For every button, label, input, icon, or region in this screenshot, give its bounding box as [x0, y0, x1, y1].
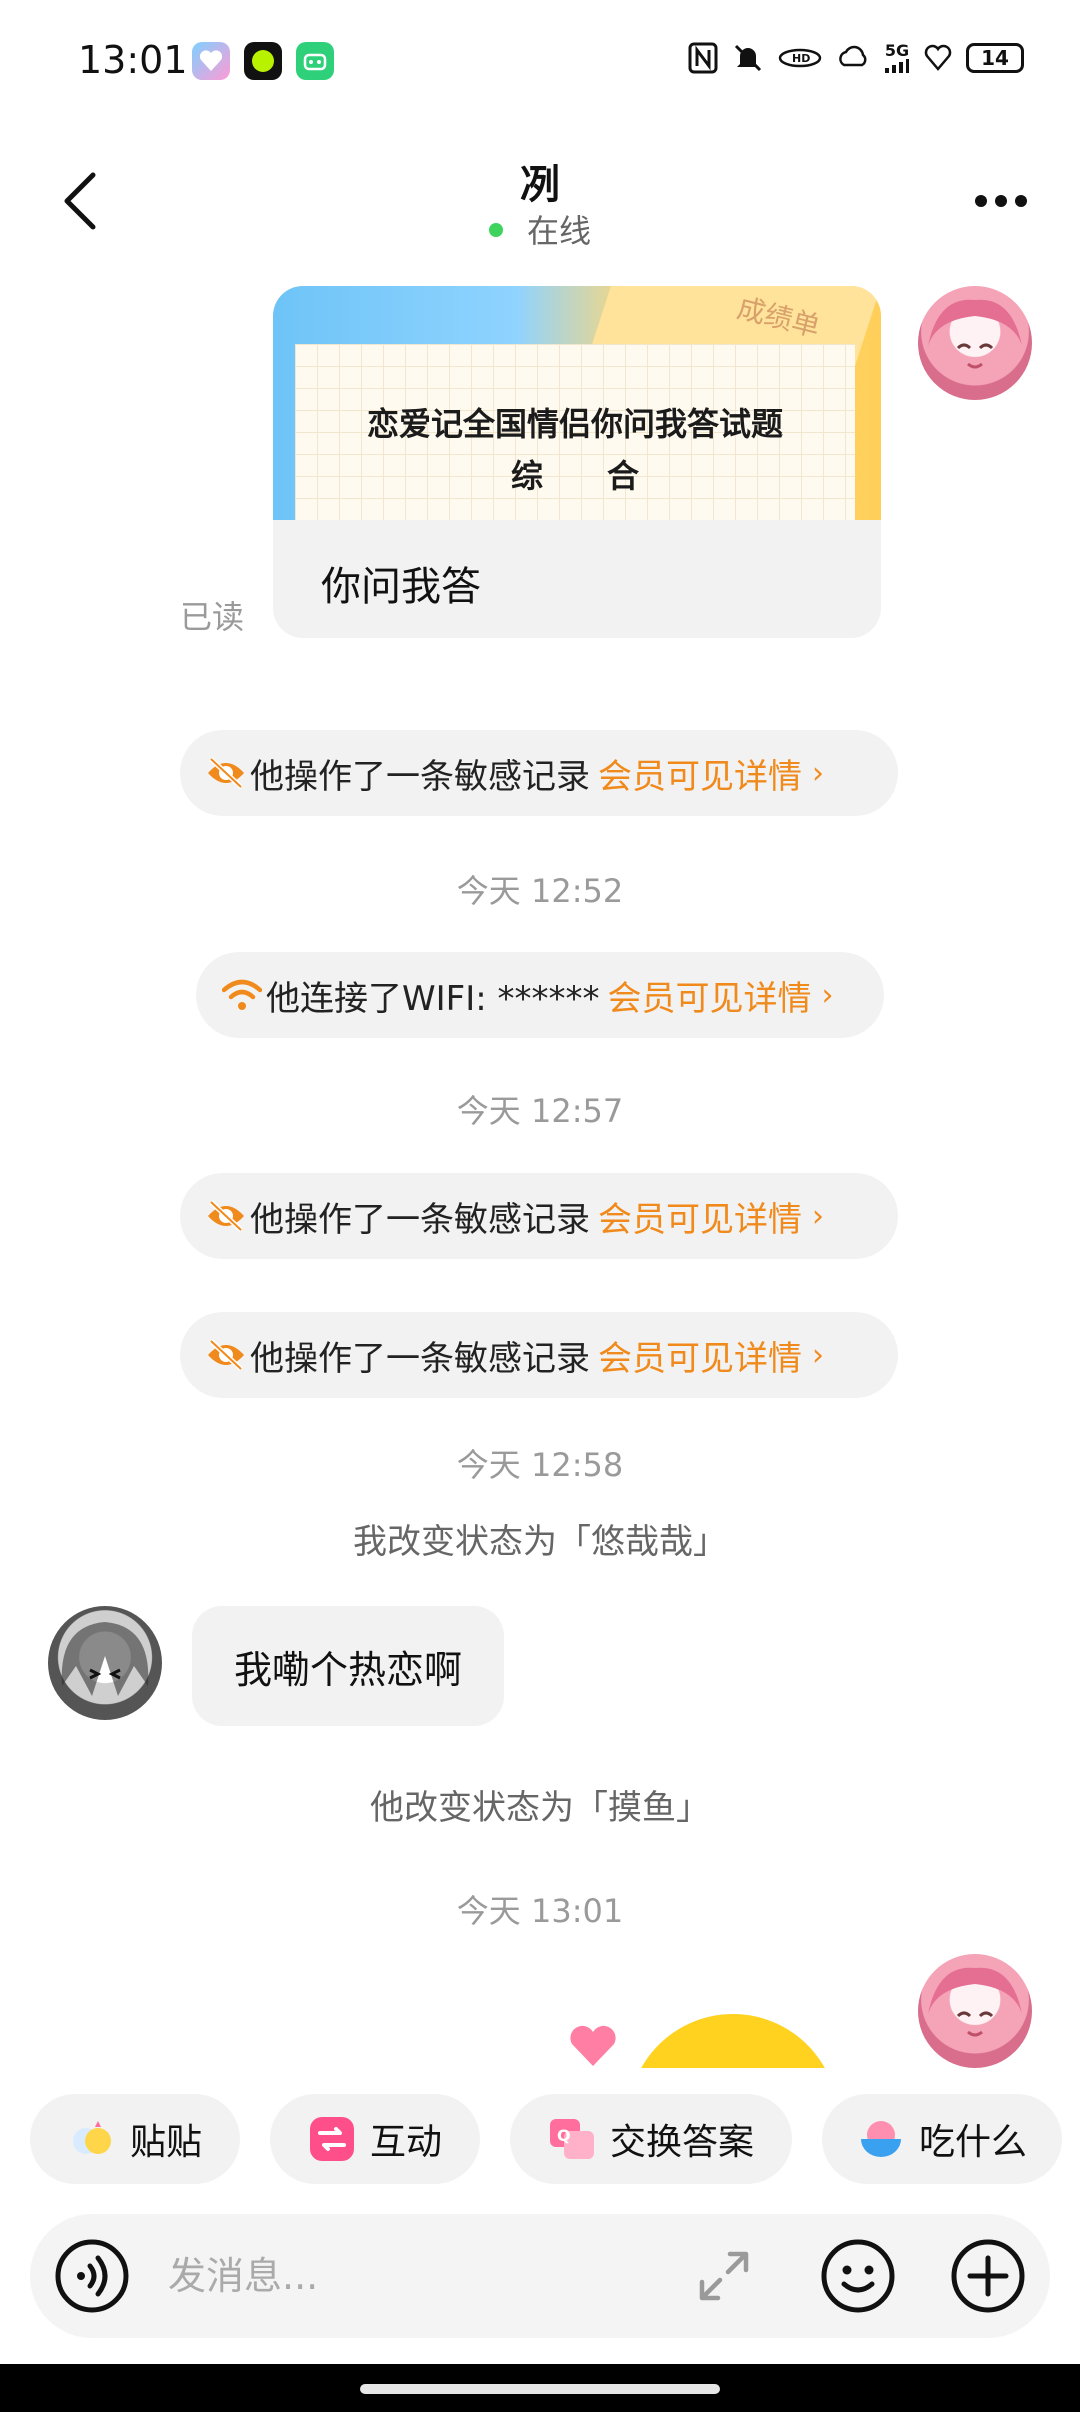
voice-input-button[interactable]: [52, 2236, 132, 2316]
my-avatar[interactable]: [918, 286, 1032, 400]
vip-details-link[interactable]: 会员可见详情: [598, 749, 802, 798]
vip-details-link[interactable]: 会员可见详情: [598, 1331, 802, 1380]
sensitive-record-notice[interactable]: 他操作了一条敏感记录 会员可见详情 ›: [180, 1173, 898, 1259]
wifi-icon: [220, 973, 264, 1017]
heart-outline-icon: [924, 40, 952, 76]
expand-icon: [699, 2251, 749, 2301]
quick-action-label: 贴贴: [129, 2122, 202, 2163]
contact-name: 冽: [520, 162, 560, 208]
partner-message-bubble[interactable]: 我嘞个热恋啊: [192, 1606, 505, 1726]
my-status-change: 我改变状态为「悠哉哉」: [353, 1522, 727, 1562]
notice-text: 他连接了WIFI: ******: [266, 978, 600, 1019]
message-composer: [30, 2214, 1050, 2338]
quick-action-label: 交换答案: [609, 2122, 754, 2163]
sensitive-record-notice[interactable]: 他操作了一条敏感记录 会员可见详情 ›: [180, 1312, 898, 1398]
quiz-card-image: 成绩单 恋爱记全国情侣你问我答试题 综 合: [273, 286, 881, 520]
plus-circle-icon: [951, 2239, 1025, 2313]
presence-label: 在线: [526, 212, 591, 250]
more-actions-button[interactable]: [948, 2236, 1028, 2316]
battery-indicator: 14: [966, 43, 1024, 73]
hidden-eye-icon: [204, 1194, 248, 1238]
quick-action-interact[interactable]: 互动: [270, 2094, 480, 2184]
quick-action-what-to-eat[interactable]: 吃什么: [822, 2094, 1062, 2184]
robot-app-icon: [296, 42, 334, 80]
more-dot-icon: [995, 195, 1007, 207]
my-avatar[interactable]: [918, 1954, 1032, 2068]
sensitive-record-notice[interactable]: 他操作了一条敏感记录 会员可见详情 ›: [180, 730, 898, 816]
partner-avatar[interactable]: [48, 1606, 162, 1720]
hd-icon: HD: [778, 40, 822, 76]
more-dot-icon: [975, 195, 987, 207]
notice-text: 他操作了一条敏感记录: [250, 756, 590, 797]
hidden-eye-icon: [204, 751, 248, 795]
more-dot-icon: [1015, 195, 1027, 207]
quiz-title-line2: 综 合: [510, 457, 639, 495]
lime-dot-app-icon: [244, 42, 282, 80]
emoji-button[interactable]: [818, 2236, 898, 2316]
presence-status: 在线: [0, 206, 1080, 252]
chevron-right-icon: ›: [812, 1337, 824, 1373]
quiz-title-line1: 恋爱记全国情侣你问我答试题: [366, 405, 783, 443]
chevron-right-icon: ›: [812, 1198, 824, 1234]
weather-icon: [836, 40, 870, 76]
online-dot-icon: [488, 223, 503, 237]
notice-text: 他操作了一条敏感记录: [250, 1199, 590, 1240]
read-receipt: 已读: [180, 598, 245, 636]
vip-details-link[interactable]: 会员可见详情: [608, 971, 812, 1020]
quiz-card-title: 恋爱记全国情侣你问我答试题 综 合: [295, 398, 855, 502]
timestamp: 今天 12:58: [456, 1446, 624, 1484]
wifi-connection-notice[interactable]: 他连接了WIFI: ****** 会员可见详情 ›: [196, 952, 884, 1038]
expand-input-button[interactable]: [694, 2246, 754, 2306]
signal-icon: 5G: [884, 40, 910, 76]
status-system-icons: HD 5G 14: [688, 40, 1024, 76]
timestamp: 今天 13:01: [456, 1892, 624, 1930]
heart-app-icon: [192, 42, 230, 80]
status-app-icons: [192, 42, 334, 80]
notice-text: 他操作了一条敏感记录: [250, 1338, 590, 1379]
quiz-card-message[interactable]: 成绩单 恋爱记全国情侣你问我答试题 综 合 你问我答: [273, 286, 881, 638]
svg-text:HD: HD: [792, 52, 810, 65]
chat-header: 冽 在线: [0, 140, 1080, 260]
status-time: 13:01: [78, 38, 188, 82]
vip-details-link[interactable]: 会员可见详情: [598, 1192, 802, 1241]
heart-sticker-icon: [570, 2025, 616, 2066]
home-indicator[interactable]: [360, 2384, 720, 2394]
timestamp: 今天 12:52: [456, 872, 624, 910]
svg-text:Q: Q: [557, 2126, 571, 2145]
interact-icon: [308, 2115, 356, 2163]
gesture-nav-bar: [0, 2364, 1080, 2412]
chevron-right-icon: ›: [812, 755, 824, 791]
chevron-right-icon: ›: [821, 977, 834, 1013]
quick-action-cuddle[interactable]: 贴贴: [30, 2094, 240, 2184]
quick-action-label: 互动: [369, 2122, 442, 2163]
quick-actions-bar: 贴贴 互动 Q 交换答案 吃什么: [30, 2094, 1080, 2184]
nfc-icon: [688, 40, 718, 76]
message-input[interactable]: [168, 2244, 668, 2308]
cuddle-icon: [68, 2115, 116, 2163]
hidden-eye-icon: [204, 1333, 248, 1377]
timestamp: 今天 12:57: [456, 1092, 624, 1130]
mute-bell-icon: [732, 40, 764, 76]
status-bar: 13:01 HD 5G 14: [0, 0, 1080, 120]
quick-action-label: 吃什么: [918, 2122, 1027, 2163]
quick-action-exchange-answer[interactable]: Q 交换答案: [510, 2094, 792, 2184]
exchange-answer-icon: Q: [548, 2115, 596, 2163]
partner-status-change: 他改变状态为「摸鱼」: [370, 1788, 710, 1828]
voice-icon: [55, 2239, 129, 2313]
smiley-icon: [821, 2239, 895, 2313]
food-bowl-icon: [857, 2115, 905, 2163]
quiz-card-caption: 你问我答: [321, 564, 481, 610]
more-options-button[interactable]: [966, 176, 1036, 226]
